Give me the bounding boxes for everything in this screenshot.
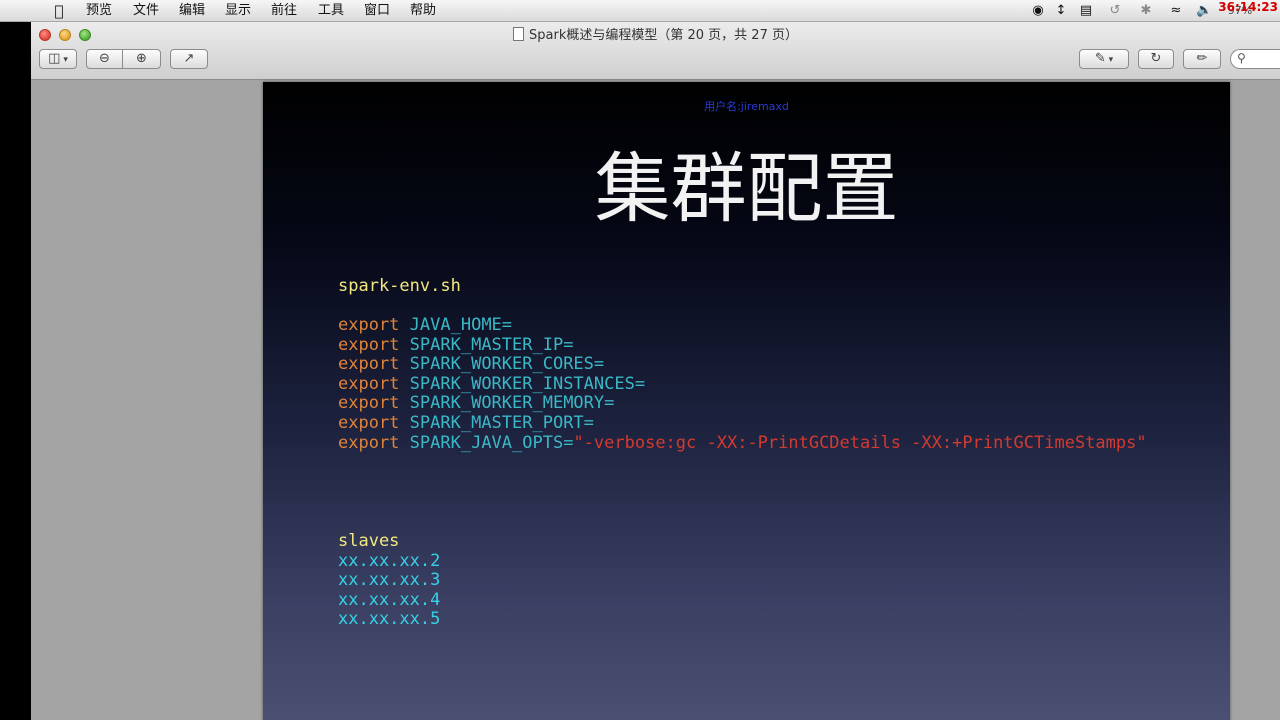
record-icon[interactable]: ◉ — [1030, 3, 1046, 19]
export-line: export SPARK_MASTER_PORT= — [338, 413, 594, 433]
menu-window[interactable]: 窗口 — [364, 3, 390, 19]
menu-file[interactable]: 文件 — [133, 3, 159, 19]
slaves-file-label: slaves — [338, 531, 400, 551]
share-icon: ↗ — [183, 51, 195, 66]
export-line: export SPARK_JAVA_OPTS="-verbose:gc -XX:… — [338, 432, 1147, 453]
zoom-out-button[interactable]: ⊖ — [86, 49, 123, 69]
menu-help[interactable]: 帮助 — [410, 3, 436, 19]
slave-host: xx.xx.xx.2 — [338, 550, 441, 571]
preview-window: Spark概述与编程模型（第 20 页，共 27 页） ◫ ▾ ⊖ ⊕ ↗ ✎ … — [31, 22, 1280, 720]
search-icon: ⚲ — [1237, 51, 1246, 65]
chevron-down-icon: ▾ — [60, 55, 68, 65]
export-line: export SPARK_MASTER_IP= — [338, 334, 574, 355]
search-field[interactable]: ⚲ — [1230, 49, 1280, 69]
zoom-in-icon: ⊕ — [136, 51, 147, 66]
menu-view[interactable]: 显示 — [225, 3, 251, 19]
export-line: export SPARK_WORKER_CORES= — [338, 354, 605, 375]
time-machine-icon[interactable]: ↺ — [1106, 3, 1124, 19]
zoom-out-icon: ⊖ — [99, 51, 110, 66]
sync-arrows-icon[interactable]: ↕ — [1054, 3, 1068, 19]
apple-icon[interactable]:  — [51, 3, 67, 19]
menu-edit[interactable]: 编辑 — [179, 3, 205, 19]
edit-icon: ✏ — [1196, 51, 1208, 66]
title-bar: Spark概述与编程模型（第 20 页，共 27 页） ◫ ▾ ⊖ ⊕ ↗ ✎ … — [31, 22, 1280, 80]
env-file-label: spark-env.sh — [338, 276, 461, 296]
sidebar-toggle-button[interactable]: ◫ ▾ — [39, 49, 77, 69]
pen-icon: ✎ — [1094, 51, 1106, 66]
slave-host: xx.xx.xx.4 — [338, 589, 441, 610]
keyboard-icon[interactable]: ▤ — [1076, 3, 1096, 19]
slide-title: 集群配置 — [594, 144, 899, 233]
volume-icon[interactable]: 🔈 — [1196, 3, 1212, 19]
menu-tools[interactable]: 工具 — [318, 3, 344, 19]
export-line: export SPARK_WORKER_MEMORY= — [338, 393, 615, 414]
bluetooth-icon[interactable]: ✱ — [1140, 3, 1152, 19]
menu-preview[interactable]: 预览 — [86, 3, 112, 19]
annotate-button[interactable]: ✎ ▾ — [1079, 49, 1129, 69]
window-title-text: Spark概述与编程模型（第 20 页，共 27 页） — [529, 28, 798, 43]
sidebar-icon: ◫ — [48, 51, 61, 66]
export-line: export JAVA_HOME= — [338, 315, 513, 335]
edit-button[interactable]: ✏ — [1183, 49, 1221, 69]
chevron-down-icon: ▾ — [1105, 55, 1114, 65]
document-pane[interactable]: 用户名:jiremaxd 集群配置 spark-env.sh export JA… — [31, 80, 1280, 720]
rotate-button[interactable]: ↻ — [1138, 49, 1174, 69]
slide-page: 用户名:jiremaxd 集群配置 spark-env.sh export JA… — [263, 82, 1230, 720]
share-button[interactable]: ↗ — [170, 49, 208, 69]
menu-go[interactable]: 前往 — [271, 3, 297, 19]
document-icon — [513, 27, 525, 41]
rotate-icon: ↻ — [1150, 51, 1162, 66]
clock-overlay: 36:14:23 — [1218, 0, 1278, 14]
slave-host: xx.xx.xx.5 — [338, 609, 441, 630]
window-title: Spark概述与编程模型（第 20 页，共 27 页） — [31, 27, 1280, 44]
zoom-in-button[interactable]: ⊕ — [122, 49, 161, 69]
wifi-icon[interactable]: ≈ — [1166, 3, 1186, 19]
menu-bar:  预览 文件 编辑 显示 前往 工具 窗口 帮助 ◉ ↕ ▤ ↺ ✱ ≈ 🔈 … — [0, 0, 1280, 22]
export-line: export SPARK_WORKER_INSTANCES= — [338, 373, 646, 394]
watermark: 用户名:jiremaxd — [704, 100, 789, 113]
slave-host: xx.xx.xx.3 — [338, 570, 441, 591]
